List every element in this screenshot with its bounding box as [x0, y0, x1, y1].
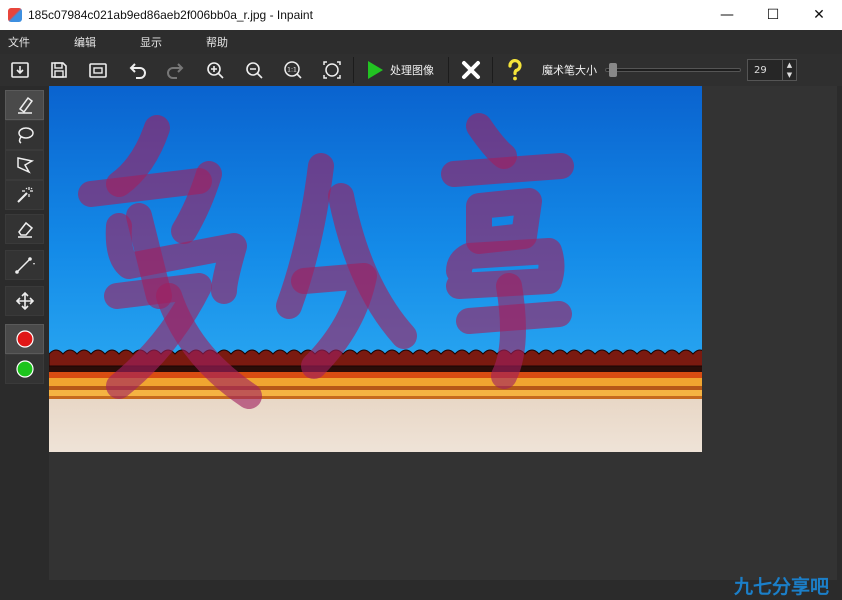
save-as-button[interactable] — [78, 55, 117, 85]
line-tool-button[interactable] — [5, 250, 44, 280]
redo-icon — [166, 63, 183, 79]
slider-handle[interactable] — [609, 63, 617, 77]
zoom-1to1-label: 1:1 — [287, 67, 297, 74]
open-button[interactable] — [0, 55, 39, 85]
help-button[interactable] — [495, 55, 534, 85]
marker-icon — [17, 96, 33, 114]
cancel-x-icon — [461, 61, 480, 79]
fit-icon — [322, 61, 341, 79]
zoom-out-button[interactable] — [234, 55, 273, 85]
toolbar-separator — [448, 57, 449, 83]
zoom-1to1-icon: 1:1 — [283, 61, 302, 79]
menu-file[interactable]: 文件 — [0, 34, 66, 50]
magic-wand-icon — [16, 187, 33, 203]
toolbar: 1:1 处理图像 魔术笔大小 29 ▲ ▼ — [0, 54, 842, 86]
process-image-button[interactable]: 处理图像 — [356, 55, 446, 85]
watermark-text: 九七分享吧 — [734, 576, 830, 598]
undo-button[interactable] — [117, 55, 156, 85]
lasso-tool-button[interactable] — [5, 120, 44, 150]
toolbar-separator — [492, 57, 493, 83]
brush-size-slider[interactable] — [605, 62, 741, 78]
polygon-lasso-tool-button[interactable] — [5, 150, 44, 180]
help-question-icon — [507, 59, 522, 81]
menu-help[interactable]: 帮助 — [198, 34, 264, 50]
menu-view[interactable]: 显示 — [132, 34, 198, 50]
move-tool-button[interactable] — [5, 286, 44, 316]
canvas-area[interactable] — [49, 86, 837, 580]
spin-down-icon[interactable]: ▼ — [783, 70, 796, 80]
close-button[interactable]: ✕ — [796, 0, 842, 30]
polygon-lasso-icon — [16, 157, 34, 174]
toolbar-separator — [353, 57, 354, 83]
play-icon — [368, 61, 383, 79]
brush-size-label: 魔术笔大小 — [542, 64, 597, 77]
lasso-icon — [17, 127, 34, 144]
slider-track — [605, 68, 741, 72]
minimize-button[interactable]: — — [704, 0, 750, 30]
zoom-1to1-button[interactable]: 1:1 — [273, 55, 312, 85]
zoom-in-icon — [206, 62, 224, 79]
process-image-label: 处理图像 — [390, 64, 434, 77]
brush-size-value[interactable]: 29 — [748, 60, 782, 80]
spin-arrows: ▲ ▼ — [782, 60, 796, 80]
photo-image — [49, 86, 702, 452]
eraser-icon — [17, 221, 33, 238]
maximize-button[interactable]: ☐ — [750, 0, 796, 30]
title-bar: 185c07984c021ab9ed86aeb2f006bb0a_r.jpg -… — [0, 0, 842, 30]
save-as-icon — [88, 63, 107, 78]
menu-edit[interactable]: 编辑 — [66, 34, 132, 50]
move-icon — [15, 291, 34, 311]
cancel-button[interactable] — [451, 55, 490, 85]
app-icon — [8, 8, 22, 22]
open-icon — [10, 62, 29, 78]
zoom-out-icon — [245, 62, 263, 79]
green-color-icon — [15, 360, 34, 378]
menu-bar: 文件 编辑 显示 帮助 — [0, 30, 842, 54]
window-controls: — ☐ ✕ — [704, 0, 842, 30]
green-color-button[interactable] — [5, 354, 44, 384]
zoom-in-button[interactable] — [195, 55, 234, 85]
brush-size-spinbox[interactable]: 29 ▲ ▼ — [747, 59, 797, 81]
save-button[interactable] — [39, 55, 78, 85]
tool-sidebar — [0, 86, 48, 600]
line-icon — [14, 257, 35, 274]
image-canvas[interactable] — [49, 86, 702, 452]
save-icon — [50, 62, 67, 78]
fit-button[interactable] — [312, 55, 351, 85]
red-color-button[interactable] — [5, 324, 44, 354]
redo-button[interactable] — [156, 55, 195, 85]
window-title: 185c07984c021ab9ed86aeb2f006bb0a_r.jpg -… — [28, 8, 313, 22]
marker-tool-button[interactable] — [5, 90, 44, 120]
magic-wand-tool-button[interactable] — [5, 180, 44, 210]
red-color-icon — [15, 330, 34, 348]
spin-up-icon[interactable]: ▲ — [783, 60, 796, 70]
eraser-tool-button[interactable] — [5, 214, 44, 244]
undo-icon — [129, 63, 146, 79]
